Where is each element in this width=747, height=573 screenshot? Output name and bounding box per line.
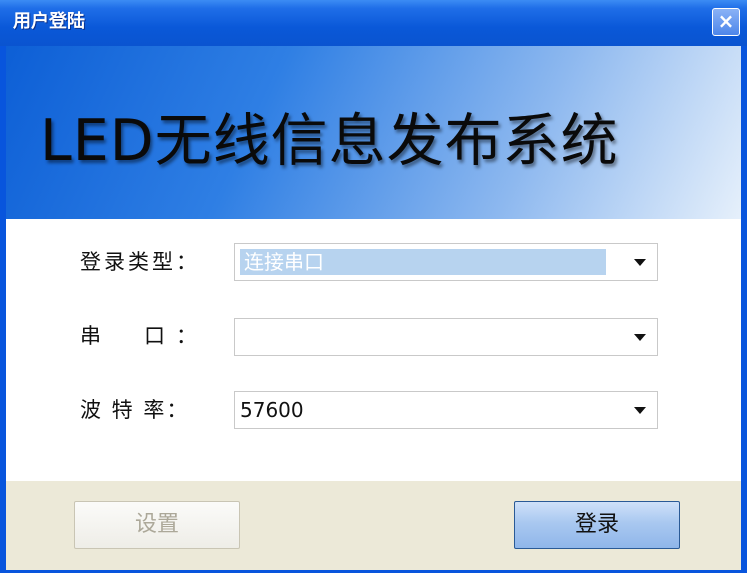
login-form: 登录类型： 连接串口 串 口： 波 特 率： 57600 [6, 219, 741, 481]
dialog-client-area: LED无线信息发布系统 登录类型： 连接串口 串 口： 波 特 率： 57600… [6, 46, 741, 570]
baud-rate-value: 57600 [240, 398, 304, 422]
login-dialog: 用户登陆 × LED无线信息发布系统 登录类型： 连接串口 串 口： 波 特 率… [0, 0, 747, 573]
serial-port-label: 串 口： [80, 324, 208, 348]
close-button[interactable]: × [712, 8, 740, 36]
dropdown-arrow-icon[interactable] [622, 393, 656, 427]
title-bar[interactable]: 用户登陆 × [0, 0, 747, 46]
login-type-value: 连接串口 [240, 249, 606, 275]
login-type-label: 登录类型： [80, 250, 200, 274]
dropdown-arrow-icon[interactable] [622, 245, 656, 279]
baud-rate-select[interactable]: 57600 [234, 391, 658, 429]
window-title: 用户登陆 [13, 11, 85, 32]
baud-rate-label: 波 特 率： [80, 398, 190, 422]
banner: LED无线信息发布系统 [6, 46, 741, 219]
dropdown-arrow-icon[interactable] [622, 320, 656, 354]
login-type-select[interactable]: 连接串口 [234, 243, 658, 281]
settings-button[interactable]: 设置 [74, 501, 240, 549]
banner-title: LED无线信息发布系统 [40, 108, 619, 174]
button-bar: 设置 登录 [6, 481, 741, 570]
serial-port-select[interactable] [234, 318, 658, 356]
close-icon: × [717, 9, 735, 33]
login-button[interactable]: 登录 [514, 501, 680, 549]
